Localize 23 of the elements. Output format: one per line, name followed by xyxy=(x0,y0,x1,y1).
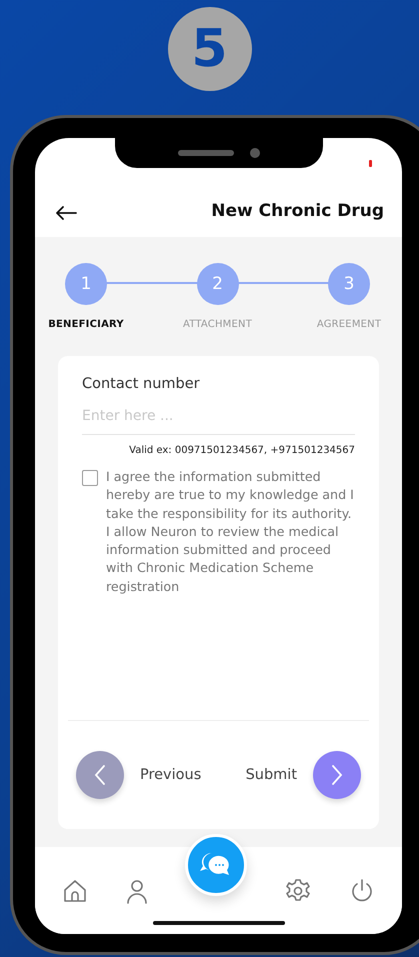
step-label: BENEFICIARY xyxy=(48,319,124,330)
chevron-right-icon xyxy=(330,764,344,786)
home-icon[interactable] xyxy=(62,878,88,904)
agreement-text: I agree the information submitted hereby are true to my knowledge and I take the responsibility for its authority. I allow Neuron to review the medical information submitted and proceed with Chronic Medication Scheme registration xyxy=(106,468,355,596)
field-label: Contact number xyxy=(82,376,201,392)
settings-icon[interactable] xyxy=(285,878,312,904)
person-icon[interactable] xyxy=(126,878,148,904)
previous-button[interactable] xyxy=(76,751,124,799)
recording-indicator-icon xyxy=(369,160,372,167)
screen-title: New Chronic Drug xyxy=(211,201,384,221)
submit-label[interactable]: Submit xyxy=(246,767,297,783)
previous-label[interactable]: Previous xyxy=(140,767,202,783)
back-arrow-icon[interactable] xyxy=(55,205,77,221)
step-label: ATTACHMENT xyxy=(182,319,252,330)
step-circle[interactable]: 1 xyxy=(65,263,107,305)
agreement-checkbox[interactable] xyxy=(82,470,98,486)
field-hint: Valid ex: 00971501234567, +971501234567 xyxy=(128,445,355,456)
chevron-left-icon xyxy=(93,764,107,786)
next-button[interactable] xyxy=(313,751,361,799)
step-circle[interactable]: 2 xyxy=(196,263,238,305)
step-circle[interactable]: 3 xyxy=(328,263,370,305)
step-number-badge: 5 xyxy=(168,7,252,91)
step-label: AGREEMENT xyxy=(316,319,382,330)
